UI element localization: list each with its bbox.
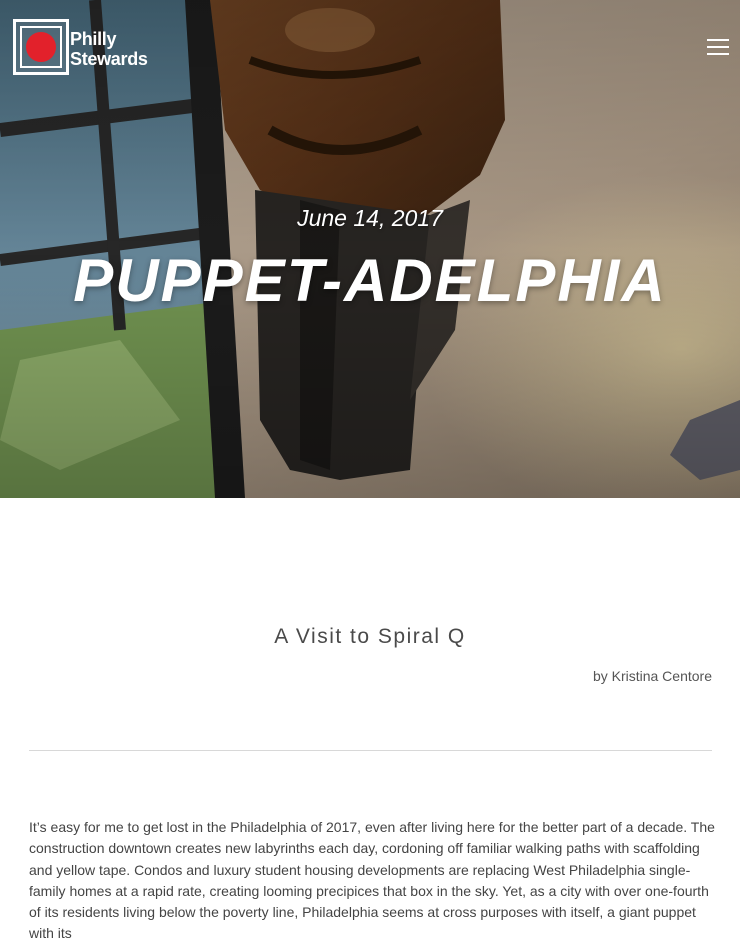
logo-line-1: Philly xyxy=(70,29,117,49)
post-date: June 14, 2017 xyxy=(297,205,443,231)
article-body: It’s easy for me to get lost in the Phil… xyxy=(29,819,715,942)
site-logo[interactable]: Philly Stewards xyxy=(13,19,173,77)
hero-banner: Philly Stewards June 14, 2017 PUPPET-ADE… xyxy=(0,0,740,498)
divider xyxy=(29,750,712,751)
logo-wordmark: Philly Stewards xyxy=(70,29,148,69)
hamburger-menu-icon[interactable] xyxy=(707,39,729,56)
post-title: PUPPET-ADELPHIA xyxy=(73,247,667,314)
article-subtitle: A Visit to Spiral Q xyxy=(274,625,466,648)
logo-red-dot-icon xyxy=(26,32,56,62)
article-author: by Kristina Centore xyxy=(592,668,712,684)
logo-line-2: Stewards xyxy=(70,49,148,69)
